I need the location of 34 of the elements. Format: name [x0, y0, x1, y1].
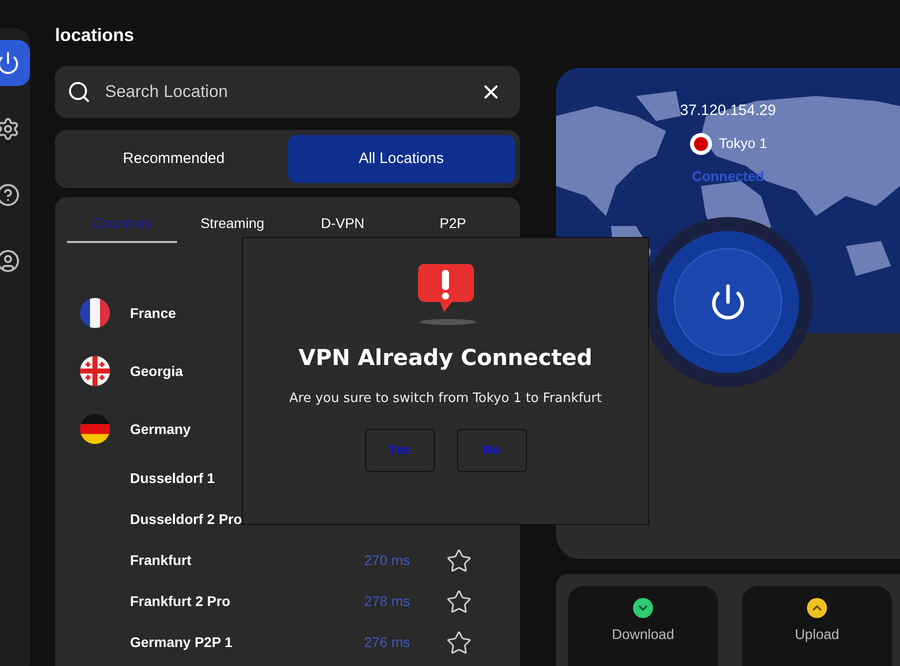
flag-icon [80, 356, 110, 386]
page-title: locations [55, 24, 136, 46]
search-input[interactable]: Search Location [105, 79, 480, 105]
server-name: Tokyo 1 [718, 134, 768, 153]
location-marker-icon [688, 132, 713, 156]
favorite-star-icon[interactable] [446, 548, 472, 574]
ping-text: 276 ms [363, 633, 410, 652]
search-field[interactable]: Search Location [55, 66, 520, 118]
favorite-star-icon[interactable] [446, 630, 472, 656]
speed-label: Upload [794, 625, 840, 644]
power-icon [0, 51, 20, 75]
flag-icon [80, 414, 110, 444]
category-tab[interactable]: P2P [398, 197, 508, 243]
dialog-title: VPN Already Connected [298, 345, 592, 373]
flag-icon [80, 298, 110, 328]
settings-icon [0, 117, 20, 141]
location-name[interactable]: Frankfurt [130, 550, 330, 571]
upload-icon [807, 598, 827, 618]
ping-text: 270 ms [363, 551, 410, 570]
dialog-message: Are you sure to switch from Tokyo 1 to Frankfurt [289, 390, 602, 408]
location-name[interactable]: Frankfurt 2 Pro [130, 591, 330, 612]
location-name[interactable]: Germany P2P 1 [130, 632, 330, 653]
ping-text: 278 ms [363, 592, 410, 611]
help-icon [0, 183, 20, 207]
segment-tab[interactable]: Recommended [60, 135, 288, 183]
search-icon [67, 80, 91, 104]
user-icon [0, 249, 20, 273]
segment-tab[interactable]: All Locations [288, 135, 515, 183]
download-icon [633, 598, 653, 618]
category-tab[interactable]: Streaming [177, 197, 288, 243]
power-icon [709, 282, 747, 320]
favorite-star-icon[interactable] [446, 588, 472, 614]
speed-label: Download [612, 625, 674, 644]
category-tab[interactable]: D-VPN [288, 197, 398, 243]
